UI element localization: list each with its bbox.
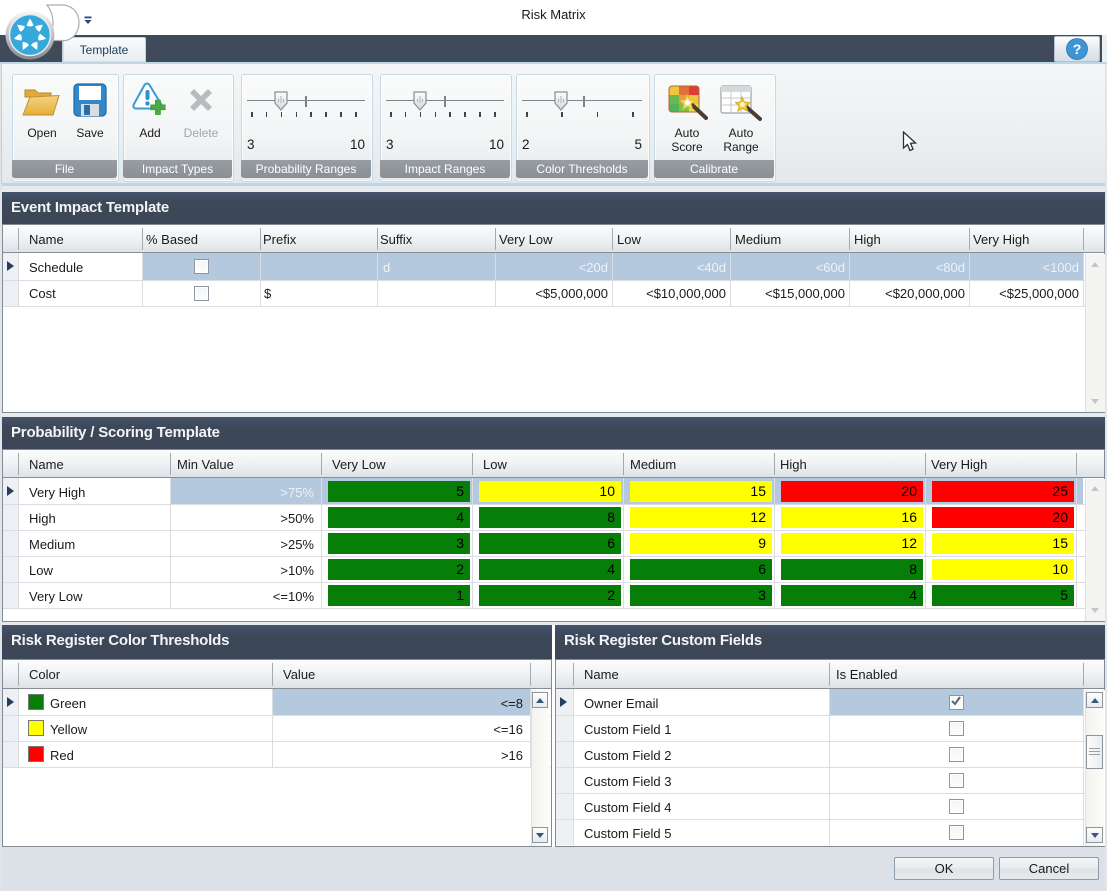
svg-text:?: ? <box>1073 41 1082 57</box>
